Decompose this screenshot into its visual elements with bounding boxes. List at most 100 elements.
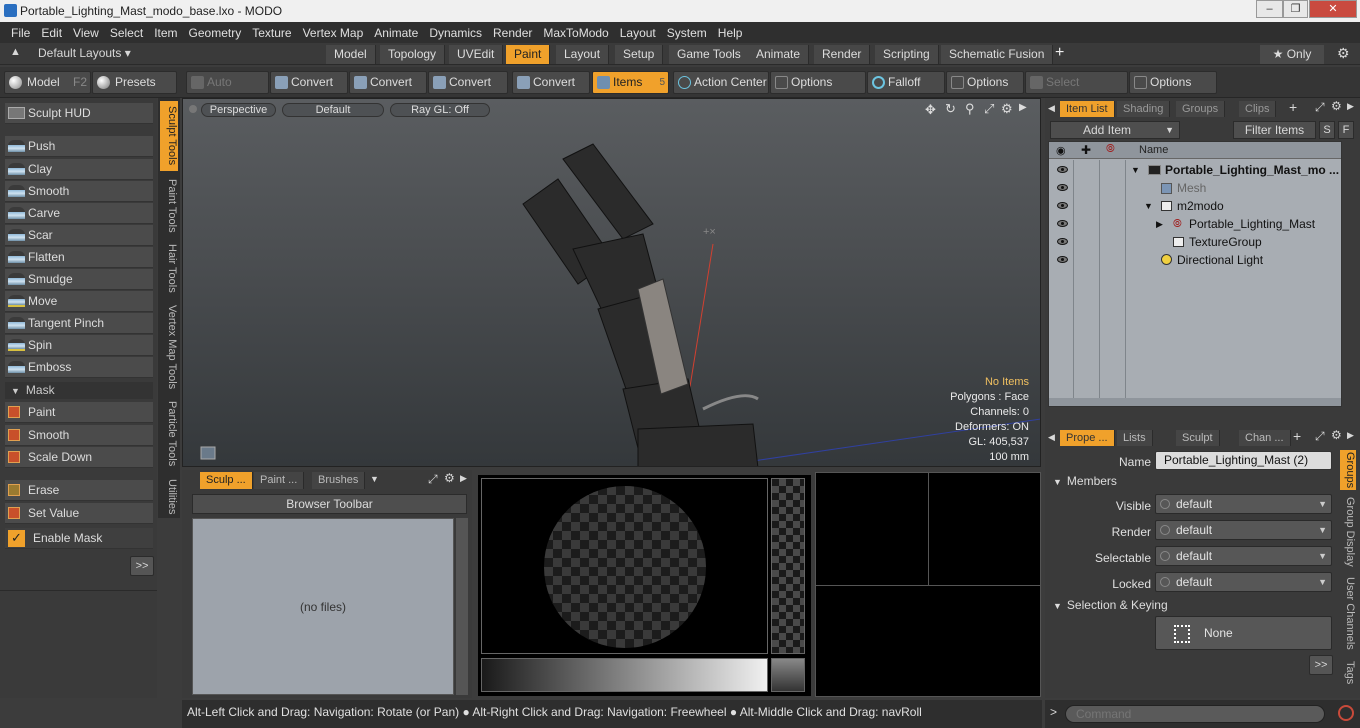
- tab-properties[interactable]: Prope ...: [1060, 430, 1115, 446]
- tab-paint-presets[interactable]: Paint ...: [254, 472, 305, 489]
- tab-groups[interactable]: Groups: [1176, 101, 1226, 117]
- expand-arrow-icon[interactable]: ▶: [460, 473, 467, 484]
- selection-keying-section[interactable]: ▼ Selection & Keying: [1053, 597, 1168, 613]
- name-field[interactable]: Portable_Lighting_Mast (2): [1155, 451, 1332, 470]
- tab-utilities[interactable]: Utilities: [160, 476, 178, 518]
- tool-scar[interactable]: Scar: [5, 225, 153, 246]
- add-tab-icon[interactable]: +: [1289, 99, 1297, 115]
- presets-button[interactable]: Presets F6: [92, 71, 177, 110]
- eye-icon[interactable]: [1057, 202, 1068, 209]
- tab-sculpt-tools[interactable]: Sculpt Tools: [160, 101, 178, 171]
- menu-animate[interactable]: Animate: [374, 26, 418, 40]
- selectable-dropdown[interactable]: default ▼: [1155, 546, 1332, 566]
- search-toggle-button[interactable]: S: [1319, 121, 1335, 139]
- tree-horizontal-scrollbar[interactable]: [1049, 398, 1341, 406]
- locked-dropdown[interactable]: default ▼: [1155, 572, 1332, 592]
- tab-groups-side[interactable]: Groups: [1340, 450, 1356, 490]
- filter-items-input[interactable]: Filter Items: [1233, 121, 1316, 139]
- 3d-viewport[interactable]: Perspective Default Ray GL: Off ✥ ↻ ⚲ ⤢ …: [182, 98, 1041, 467]
- tool-clay[interactable]: Clay: [5, 159, 153, 180]
- eye-icon[interactable]: [1057, 238, 1068, 245]
- browser-scrollbar[interactable]: [456, 518, 468, 695]
- default-layouts-dropdown[interactable]: Default Layouts ▾: [38, 46, 131, 60]
- layout-collapse-icon[interactable]: ▲: [10, 46, 21, 58]
- action-center-options-button[interactable]: Options: [770, 71, 866, 94]
- menu-maxtomodo[interactable]: MaxToModo: [543, 26, 608, 40]
- only-toggle[interactable]: ★ Only: [1260, 45, 1324, 64]
- name-column-header[interactable]: Name: [1139, 144, 1168, 156]
- tool-tangent-pinch[interactable]: Tangent Pinch: [5, 313, 153, 334]
- tab-clips[interactable]: Clips: [1239, 101, 1277, 117]
- itemlist-gear-icon[interactable]: ⚙: [1331, 99, 1342, 113]
- tool-smooth[interactable]: Smooth: [5, 181, 153, 202]
- maximize-icon[interactable]: ⤢: [428, 472, 438, 487]
- browser-toolbar-button[interactable]: Browser Toolbar: [192, 494, 467, 514]
- tab-shading[interactable]: Shading: [1117, 101, 1171, 117]
- tab-layout[interactable]: Layout: [556, 45, 610, 64]
- select-through-button[interactable]: Select Through: [1025, 71, 1128, 110]
- menu-file[interactable]: File: [11, 26, 30, 40]
- more-options-button[interactable]: >>: [130, 556, 154, 576]
- auto-select-button[interactable]: Auto Select: [186, 71, 269, 110]
- tab-animate[interactable]: Animate: [748, 45, 810, 64]
- restore-button[interactable]: ❐: [1283, 0, 1308, 18]
- menu-texture[interactable]: Texture: [252, 26, 291, 40]
- properties-more-button[interactable]: >>: [1309, 655, 1333, 675]
- expand-arrow-icon[interactable]: ▼: [1131, 161, 1140, 179]
- tab-model[interactable]: Model: [326, 45, 376, 64]
- tool-push[interactable]: Push: [5, 136, 153, 157]
- lock-column-icon[interactable]: ✚: [1081, 143, 1091, 157]
- menu-dynamics[interactable]: Dynamics: [429, 26, 482, 40]
- mask-smooth[interactable]: Smooth: [5, 425, 153, 446]
- expand-arrow-icon[interactable]: ▼: [1144, 197, 1153, 215]
- convert-vertices-button[interactable]: Convert: [270, 71, 348, 94]
- tool-carve[interactable]: Carve: [5, 203, 153, 224]
- convert-polygons-button[interactable]: Convert: [428, 71, 508, 94]
- tool-move[interactable]: Move: [5, 291, 153, 312]
- add-tab-button[interactable]: +: [1055, 44, 1064, 62]
- tab-particle-tools[interactable]: Particle Tools: [160, 400, 178, 468]
- tab-scripting[interactable]: Scripting: [875, 45, 939, 64]
- falloff-options-button[interactable]: Options: [946, 71, 1024, 94]
- filter-toggle-button[interactable]: F: [1338, 121, 1354, 139]
- render-dropdown[interactable]: default ▼: [1155, 520, 1332, 540]
- tab-item-list[interactable]: Item List: [1060, 101, 1115, 117]
- action-center-button[interactable]: Action Center: [673, 71, 769, 94]
- items-mode-button[interactable]: Items 5: [592, 71, 669, 94]
- expand-arrow-icon[interactable]: ▶: [1347, 430, 1354, 441]
- minimize-button[interactable]: –: [1256, 0, 1283, 18]
- close-button[interactable]: ✕: [1309, 0, 1357, 18]
- menu-view[interactable]: View: [73, 26, 99, 40]
- record-icon[interactable]: [1338, 705, 1354, 721]
- convert-edges-button[interactable]: Convert: [349, 71, 427, 94]
- axes-column-icon[interactable]: ⦾: [1106, 143, 1115, 156]
- tool-flatten[interactable]: Flatten: [5, 247, 153, 268]
- keying-none-button[interactable]: None: [1155, 616, 1332, 650]
- tab-tags[interactable]: Tags: [1340, 658, 1356, 688]
- tab-user-channels[interactable]: User Channels: [1340, 574, 1356, 652]
- menu-item[interactable]: Item: [154, 26, 177, 40]
- maximize-icon[interactable]: ⤢: [1315, 100, 1325, 115]
- menu-render[interactable]: Render: [493, 26, 532, 40]
- tab-schematic-fusion[interactable]: Schematic Fusion: [941, 45, 1054, 64]
- visibility-column-icon[interactable]: ◉: [1056, 144, 1066, 157]
- add-tab-icon[interactable]: +: [1293, 428, 1301, 444]
- set-value-button[interactable]: Set Value: [5, 503, 153, 524]
- mask-section-header[interactable]: ▼ Mask: [5, 382, 153, 399]
- sculpt-hud-button[interactable]: Sculpt HUD: [5, 103, 153, 124]
- panel-arrow-icon[interactable]: ◀: [1048, 432, 1055, 443]
- erase-button[interactable]: Erase: [5, 480, 153, 501]
- tab-sculpt[interactable]: Sculpt: [1176, 430, 1220, 446]
- tab-topology[interactable]: Topology: [380, 45, 446, 64]
- tree-row-portable-lighting-mast[interactable]: ▶ ⦾ Portable_Lighting_Mast: [1051, 215, 1343, 233]
- menu-select[interactable]: Select: [110, 26, 143, 40]
- tree-row-scene[interactable]: ▼ Portable_Lighting_Mast_mo ...: [1051, 161, 1343, 179]
- tree-row-texturegroup[interactable]: TextureGroup: [1051, 233, 1343, 251]
- command-input[interactable]: [1065, 705, 1325, 723]
- browser-gear-icon[interactable]: ⚙: [444, 471, 455, 485]
- menu-system[interactable]: System: [667, 26, 707, 40]
- tool-emboss[interactable]: Emboss: [5, 357, 153, 378]
- tree-row-directional-light[interactable]: Directional Light: [1051, 251, 1343, 269]
- tab-channels[interactable]: Chan ...: [1239, 430, 1291, 446]
- menu-help[interactable]: Help: [718, 26, 743, 40]
